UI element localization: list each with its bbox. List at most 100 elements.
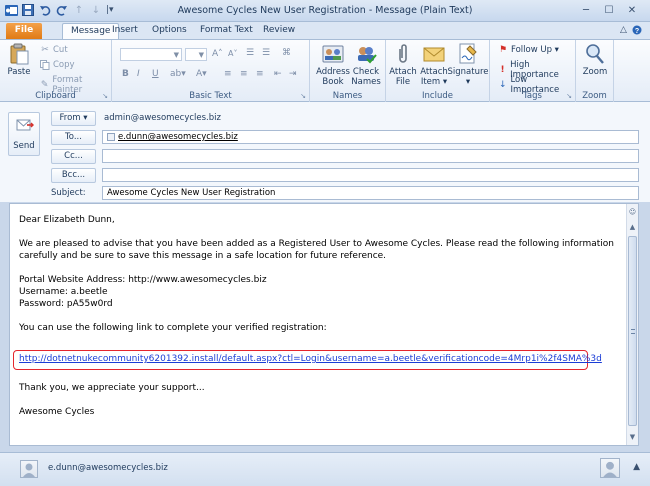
cc-field[interactable] [102,149,639,163]
chevron-down-icon: ▼ [173,51,179,59]
bcc-field[interactable] [102,168,639,182]
flag-icon: ⚑ [498,45,508,55]
copy-icon [40,60,50,70]
tab-options[interactable]: Options [144,23,195,39]
cc-button[interactable]: Cc... [51,149,96,164]
attach-file-button[interactable]: Attach File [389,43,417,87]
increase-indent-icon[interactable]: ⇥ [289,69,297,79]
address-book-button[interactable]: Address Book [316,43,350,87]
from-value: admin@awesomecycles.biz [104,113,221,123]
signature-label-1: Signature [447,67,489,77]
tab-insert[interactable]: Insert [104,23,146,39]
envelope-icon [423,43,445,65]
recipient-chip[interactable]: e.dunn@awesomecycles.biz [107,132,238,142]
bcc-button[interactable]: Bcc... [51,168,96,183]
scroll-down-icon[interactable]: ▼ [627,432,638,443]
username-line: Username: a.beetle [19,287,108,297]
font-name-combo[interactable]: ▼ [120,48,182,61]
bullets-icon[interactable]: ☰ [246,48,254,58]
tab-review[interactable]: Review [255,23,303,39]
decrease-indent-icon[interactable]: ⇤ [274,69,282,79]
to-field[interactable]: e.dunn@awesomecycles.biz [102,130,639,144]
message-body[interactable]: Dear Elizabeth Dunn, We are pleased to a… [9,203,639,446]
help-icon[interactable]: ? [632,25,642,38]
cut-button[interactable]: ✂ Cut [40,45,68,55]
portal-address: Portal Website Address: http://www.aweso… [19,275,267,285]
maximize-button[interactable]: ☐ [599,3,619,17]
font-color-icon[interactable]: A▾ [196,69,207,79]
tab-format-text[interactable]: Format Text [192,23,261,39]
copy-button[interactable]: Copy [40,60,75,70]
link-intro: You can use the following link to comple… [19,323,327,333]
greeting: Dear Elizabeth Dunn, [19,215,115,225]
signature-icon [457,43,479,65]
italic-button[interactable]: I [137,69,140,79]
send-envelope-icon [16,118,34,135]
shrink-font-icon[interactable]: A˅ [228,49,237,58]
align-center-icon[interactable]: ≡ [240,69,248,79]
people-pane-name[interactable]: e.dunn@awesomecycles.biz [48,463,168,473]
dialog-launcher-icon[interactable]: ↘ [300,92,306,100]
highlight-icon[interactable]: ab▾ [170,69,186,79]
include-group: Attach File Attach Item ▾ Signature ▾ In… [386,40,490,102]
attach-file-label-1: Attach [389,67,417,77]
contact-avatar-large[interactable] [600,458,620,478]
send-button[interactable]: Send [8,112,40,156]
zoom-button[interactable]: Zoom [581,43,609,77]
align-right-icon[interactable]: ≡ [256,69,264,79]
basic-text-group: ▼ ▼ A˄ A˅ ☰ ☰ ⌘ B I U ab▾ A▾ ≡ ≡ ≡ ⇤ ⇥ B… [112,40,310,102]
ribbon-tabs: File Message Insert Options Format Text … [0,22,650,39]
address-book-label-1: Address [316,67,350,77]
signature-label-2: ▾ [465,77,471,87]
close-button[interactable]: ✕ [622,3,642,17]
align-left-icon[interactable]: ≡ [224,69,232,79]
bold-button[interactable]: B [122,69,129,79]
minimize-button[interactable]: ─ [576,3,596,17]
underline-button[interactable]: U [152,69,159,79]
subject-field[interactable]: Awesome Cycles New User Registration [102,186,639,200]
to-button[interactable]: To... [51,130,96,145]
copy-label: Copy [53,60,75,70]
verification-link[interactable]: http://dotnetnukecommunity6201392.instal… [19,354,602,364]
dialog-launcher-icon[interactable]: ↘ [102,92,108,100]
font-size-combo[interactable]: ▼ [185,48,207,61]
numbering-icon[interactable]: ☰ [262,48,270,58]
ribbon-minimize-icon[interactable]: △ [620,25,627,35]
tags-group: ⚑ Follow Up ▾ ! High Importance ↓ Low Im… [490,40,576,102]
check-names-button[interactable]: Check Names [351,43,381,87]
check-names-icon [355,43,377,65]
follow-up-label: Follow Up ▾ [511,45,559,55]
thanks-line: Thank you, we appreciate your support... [19,383,205,393]
people-pane-toggle[interactable]: ▲ [633,462,640,472]
clear-format-icon[interactable]: ⌘ [282,48,291,58]
chevron-down-icon: ▼ [198,51,204,59]
attach-item-button[interactable]: Attach Item ▾ [420,43,448,87]
names-group-label: Names [332,91,363,101]
zoom-group: Zoom Zoom [576,40,614,102]
to-value: e.dunn@awesomecycles.biz [118,132,238,142]
signature-button[interactable]: Signature ▾ [447,43,489,87]
people-pane: e.dunn@awesomecycles.biz ▲ [0,452,650,486]
paste-button[interactable]: Paste [6,43,32,77]
subject-label: Subject: [51,188,86,198]
scroll-thumb[interactable] [628,236,637,426]
down-arrow-icon: ↓ [498,80,507,90]
scroll-grip-icon [631,329,635,334]
smiley-icon[interactable]: ☺ [627,207,638,218]
intro-line-2: carefully and be sure to save this messa… [19,251,387,261]
contact-card-icon [107,133,115,141]
basic-text-group-label: Basic Text [189,91,232,101]
dialog-launcher-icon[interactable]: ↘ [566,92,572,100]
address-book-icon [322,43,344,65]
from-button[interactable]: From ▾ [51,111,96,126]
zoom-group-label: Zoom [582,91,607,101]
follow-up-button[interactable]: ⚑ Follow Up ▾ [498,45,559,55]
grow-font-icon[interactable]: A˄ [212,49,223,59]
tab-file[interactable]: File [6,23,42,39]
scroll-up-icon[interactable]: ▲ [627,222,638,233]
clipboard-icon [8,43,30,65]
cut-label: Cut [53,45,68,55]
intro-line-1: We are pleased to advise that you have b… [19,239,614,249]
contact-avatar[interactable] [20,460,38,478]
vertical-scrollbar[interactable]: ☺ ▲ ▼ [626,204,638,445]
